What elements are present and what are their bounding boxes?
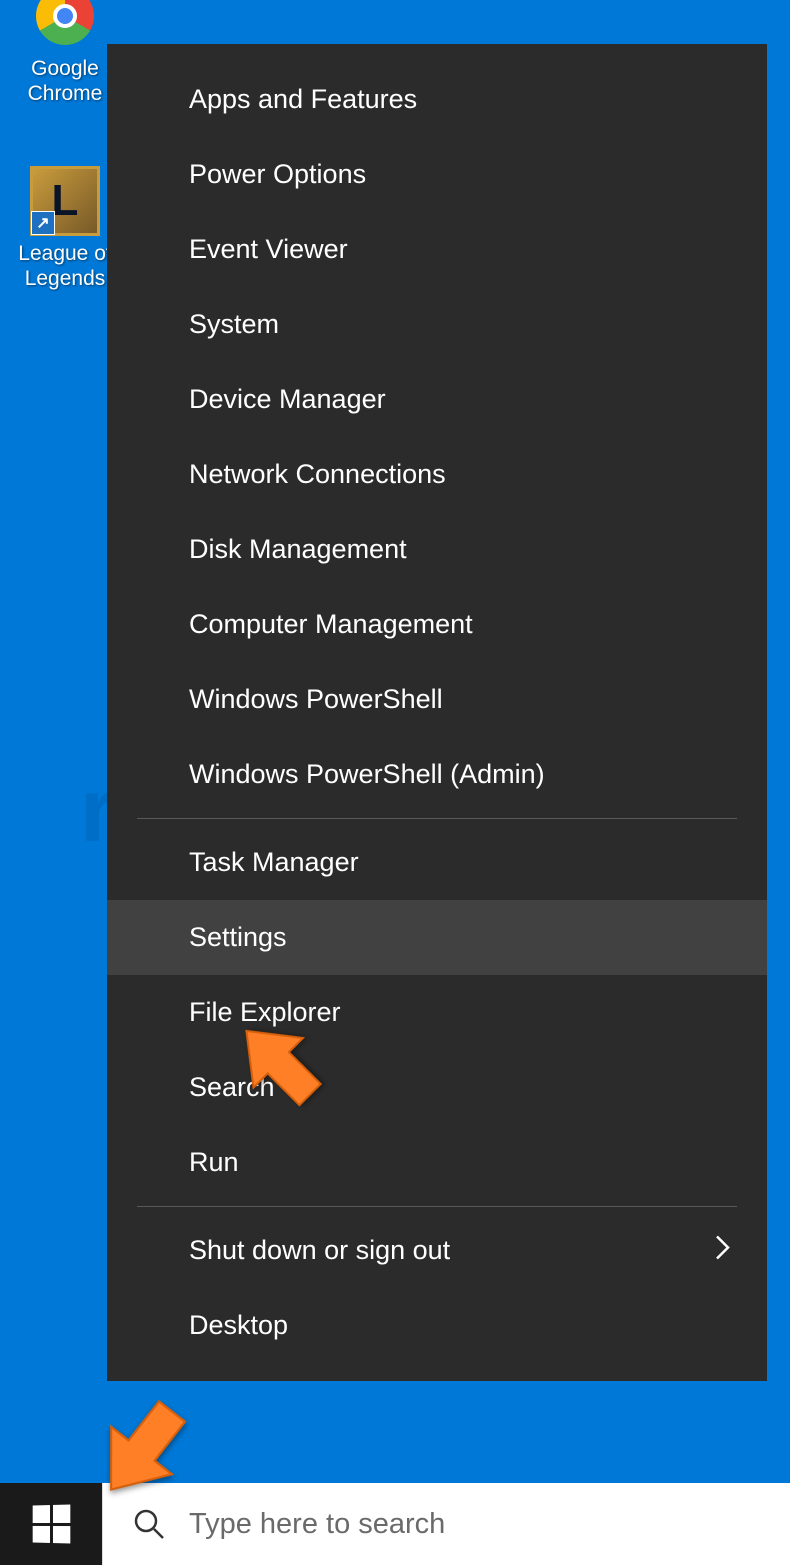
menu-item-windows-powershell-admin[interactable]: Windows PowerShell (Admin)	[107, 737, 767, 812]
menu-item-apps-and-features[interactable]: Apps and Features	[107, 62, 767, 137]
chevron-right-icon	[715, 1234, 731, 1267]
menu-separator	[137, 1206, 737, 1207]
desktop-icon-league-of-legends[interactable]: L ↗ League of Legends	[15, 165, 115, 291]
desktop-background[interactable]: PC risk.com Google Chrome L ↗ League of …	[0, 0, 790, 1565]
taskbar-search-box[interactable]: Type here to search	[102, 1483, 790, 1565]
winx-context-menu: Apps and Features Power Options Event Vi…	[107, 44, 767, 1381]
menu-item-device-manager[interactable]: Device Manager	[107, 362, 767, 437]
chrome-icon	[29, 0, 101, 52]
menu-item-task-manager[interactable]: Task Manager	[107, 825, 767, 900]
desktop-icon-label: Google Chrome	[15, 56, 115, 106]
menu-item-run[interactable]: Run	[107, 1125, 767, 1200]
search-icon	[133, 1508, 165, 1540]
shortcut-arrow-icon: ↗	[31, 211, 55, 235]
league-of-legends-icon: L ↗	[29, 165, 101, 237]
menu-item-file-explorer[interactable]: File Explorer	[107, 975, 767, 1050]
menu-item-event-viewer[interactable]: Event Viewer	[107, 212, 767, 287]
menu-item-shut-down-or-sign-out[interactable]: Shut down or sign out	[107, 1213, 767, 1288]
windows-logo-icon	[33, 1504, 71, 1543]
menu-item-windows-powershell[interactable]: Windows PowerShell	[107, 662, 767, 737]
search-placeholder: Type here to search	[189, 1508, 445, 1541]
menu-item-network-connections[interactable]: Network Connections	[107, 437, 767, 512]
menu-item-system[interactable]: System	[107, 287, 767, 362]
menu-item-computer-management[interactable]: Computer Management	[107, 587, 767, 662]
desktop-icon-chrome[interactable]: Google Chrome	[15, 0, 115, 106]
taskbar: Type here to search	[0, 1483, 790, 1565]
menu-item-settings[interactable]: Settings	[107, 900, 767, 975]
desktop-icon-label: League of Legends	[15, 241, 115, 291]
menu-item-search[interactable]: Search	[107, 1050, 767, 1125]
menu-item-power-options[interactable]: Power Options	[107, 137, 767, 212]
start-button[interactable]	[0, 1483, 102, 1565]
menu-separator	[137, 818, 737, 819]
menu-item-disk-management[interactable]: Disk Management	[107, 512, 767, 587]
menu-item-desktop[interactable]: Desktop	[107, 1288, 767, 1363]
